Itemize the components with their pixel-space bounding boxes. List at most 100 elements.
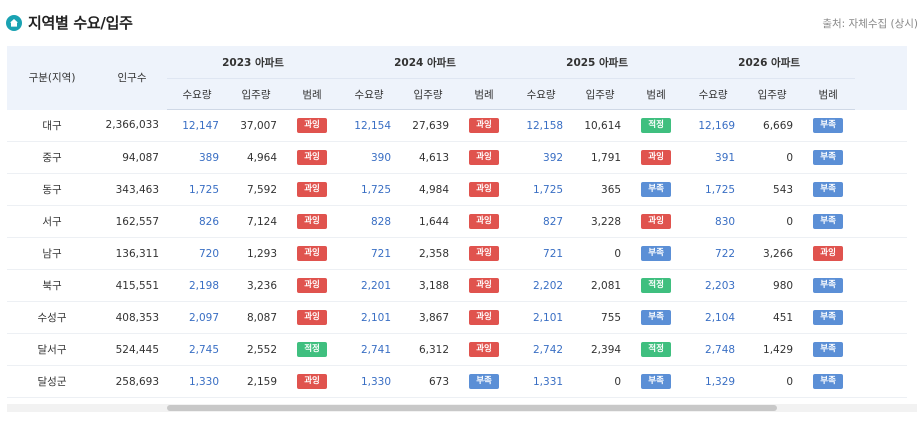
demand-cell: 2,741: [339, 333, 400, 366]
legend-header: 범례: [629, 78, 684, 110]
status-badge: 부족: [813, 214, 844, 229]
spacer-cell: [855, 365, 908, 398]
population-cell: 415,551: [97, 269, 167, 302]
supply-cell: 0: [743, 141, 802, 174]
table-row: 달성군 258,693 1,330 2,159 과잉 1,330 673 부족 1,331 0 부족…: [7, 365, 908, 398]
population-cell: 136,311: [97, 237, 167, 270]
legend-cell: 적정: [629, 333, 684, 366]
supply-cell: 4,964: [227, 141, 285, 174]
population-cell: 524,445: [97, 333, 167, 366]
status-badge: 부족: [813, 310, 844, 325]
supply-cell: 0: [743, 205, 802, 238]
legend-cell: 과잉: [285, 205, 340, 238]
demand-cell: 12,154: [339, 109, 400, 142]
status-badge: 부족: [641, 182, 672, 197]
supply-cell: 7,592: [227, 173, 285, 206]
status-badge: 과잉: [469, 150, 500, 165]
legend-cell: 적정: [285, 333, 340, 366]
status-badge: 부족: [641, 374, 672, 389]
legend-header: 범례: [457, 78, 512, 110]
legend-cell: 부족: [801, 365, 856, 398]
demand-header: 수요량: [339, 78, 400, 110]
region-cell: 대구: [7, 109, 97, 142]
spacer-cell: [855, 141, 908, 174]
table-row: 달서구 524,445 2,745 2,552 적정 2,741 6,312 과잉 2,742 2…: [7, 333, 908, 366]
status-badge: 과잉: [469, 278, 500, 293]
status-badge: 과잉: [297, 182, 328, 197]
supply-cell: 6,312: [399, 333, 458, 366]
legend-header: 범례: [285, 78, 340, 110]
supply-header: 입주량: [743, 78, 802, 110]
demand-cell: 1,330: [339, 365, 400, 398]
status-badge: 부족: [469, 374, 500, 389]
legend-cell: 과잉: [457, 205, 512, 238]
demand-header: 수요량: [683, 78, 744, 110]
demand-cell: 389: [167, 141, 227, 174]
demand-cell: 827: [511, 205, 572, 238]
legend-cell: 과잉: [457, 109, 512, 142]
supply-cell: 0: [571, 365, 630, 398]
legend-cell: 과잉: [285, 109, 340, 142]
demand-cell: 721: [511, 237, 572, 270]
demand-cell: 12,158: [511, 109, 572, 142]
header-year-2024: 2024 아파트: [339, 46, 512, 79]
spacer-cell: [855, 173, 908, 206]
status-badge: 과잉: [297, 246, 328, 261]
supply-cell: 980: [743, 269, 802, 302]
status-badge: 과잉: [469, 310, 500, 325]
supply-cell: 7,124: [227, 205, 285, 238]
spacer-cell: [855, 205, 908, 238]
supply-cell: 3,867: [399, 301, 458, 334]
demand-cell: 2,203: [683, 269, 744, 302]
legend-cell: 부족: [629, 301, 684, 334]
header-year-2025: 2025 아파트: [511, 46, 684, 79]
population-cell: 162,557: [97, 205, 167, 238]
legend-cell: 부족: [801, 173, 856, 206]
supply-cell: 10,614: [571, 109, 630, 142]
legend-cell: 과잉: [629, 205, 684, 238]
demand-cell: 1,725: [511, 173, 572, 206]
region-cell: 달성군: [7, 365, 97, 398]
demand-cell: 828: [339, 205, 400, 238]
supply-cell: 2,358: [399, 237, 458, 270]
demand-cell: 2,202: [511, 269, 572, 302]
demand-cell: 2,201: [339, 269, 400, 302]
horizontal-scrollbar[interactable]: [7, 404, 917, 412]
supply-cell: 451: [743, 301, 802, 334]
supply-cell: 4,984: [399, 173, 458, 206]
supply-cell: 0: [571, 237, 630, 270]
status-badge: 과잉: [641, 214, 672, 229]
status-badge: 과잉: [641, 150, 672, 165]
legend-cell: 과잉: [285, 365, 340, 398]
region-cell: 북구: [7, 269, 97, 302]
header-spacer: [855, 46, 908, 110]
demand-cell: 2,097: [167, 301, 227, 334]
status-badge: 부족: [813, 278, 844, 293]
supply-cell: 3,266: [743, 237, 802, 270]
legend-cell: 과잉: [457, 173, 512, 206]
status-badge: 부족: [641, 310, 672, 325]
supply-cell: 6,669: [743, 109, 802, 142]
legend-cell: 부족: [801, 205, 856, 238]
supply-cell: 27,639: [399, 109, 458, 142]
status-badge: 적정: [297, 342, 328, 357]
demand-cell: 2,745: [167, 333, 227, 366]
legend-cell: 부족: [457, 365, 512, 398]
supply-cell: 4,613: [399, 141, 458, 174]
status-badge: 부족: [813, 374, 844, 389]
demand-cell: 830: [683, 205, 744, 238]
status-badge: 부족: [641, 246, 672, 261]
legend-cell: 부족: [801, 301, 856, 334]
scroll-thumb[interactable]: [167, 405, 777, 411]
data-table-wrapper[interactable]: 구분(지역) 인구수 2023 아파트 2024 아파트 2025 아파트 20…: [7, 46, 917, 412]
status-badge: 적정: [641, 118, 672, 133]
supply-cell: 1,293: [227, 237, 285, 270]
home-icon: [6, 14, 22, 31]
region-cell: 남구: [7, 237, 97, 270]
status-badge: 부족: [813, 118, 844, 133]
supply-cell: 2,552: [227, 333, 285, 366]
demand-cell: 1,330: [167, 365, 227, 398]
spacer-cell: [855, 269, 908, 302]
legend-cell: 과잉: [285, 301, 340, 334]
legend-cell: 부족: [629, 237, 684, 270]
